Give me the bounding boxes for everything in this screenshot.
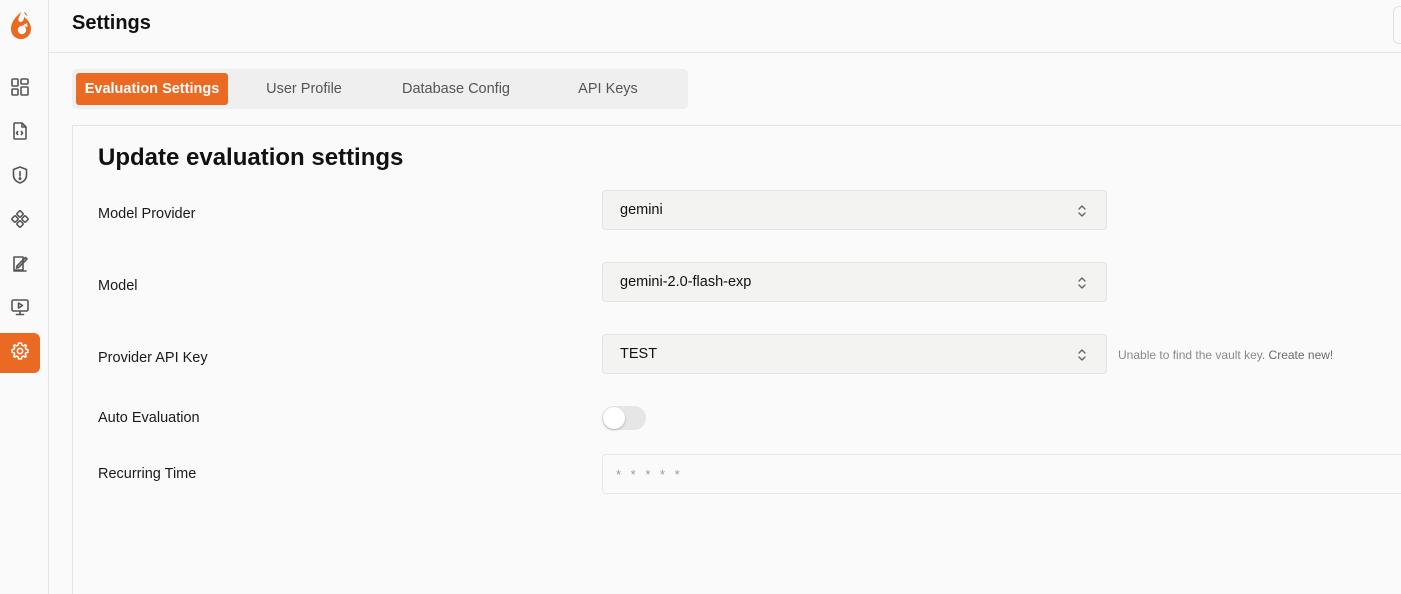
vault-key-hint: Unable to find the vault key. Create new…	[1118, 348, 1333, 362]
provider-api-key-select[interactable]: TEST	[602, 334, 1107, 374]
vault-key-hint-text: Unable to find the vault key.	[1118, 348, 1266, 362]
provider-api-key-label: Provider API Key	[98, 350, 208, 366]
tab-evaluation-settings[interactable]: Evaluation Settings	[76, 73, 228, 105]
shield-icon	[10, 165, 30, 190]
model-select[interactable]: gemini-2.0-flash-exp	[602, 262, 1107, 302]
nav-prompts[interactable]	[0, 113, 40, 153]
chevrons-up-down-icon	[1076, 275, 1088, 291]
chevrons-up-down-icon	[1076, 347, 1088, 363]
create-new-link[interactable]: Create new!	[1269, 348, 1334, 362]
model-label: Model	[98, 278, 138, 294]
top-header: Settings	[49, 0, 1401, 53]
chevrons-up-down-icon	[1076, 203, 1088, 219]
nav-integrations[interactable]	[0, 201, 40, 241]
model-provider-label: Model Provider	[98, 206, 196, 222]
tab-user-profile[interactable]: User Profile	[238, 73, 370, 105]
recurring-time-label: Recurring Time	[98, 466, 197, 482]
model-provider-select[interactable]: gemini	[602, 190, 1107, 230]
auto-evaluation-label: Auto Evaluation	[98, 410, 200, 426]
header-action-button[interactable]	[1393, 6, 1401, 44]
form-title: Update evaluation settings	[98, 144, 404, 171]
monitor-play-icon	[10, 297, 30, 322]
app-logo[interactable]	[8, 8, 34, 42]
model-value: gemini-2.0-flash-exp	[620, 274, 752, 290]
recurring-time-placeholder: * * * * *	[616, 467, 683, 482]
tab-api-keys[interactable]: API Keys	[546, 73, 670, 105]
toggle-knob	[603, 407, 625, 429]
file-code-icon	[10, 121, 30, 146]
page-title: Settings	[72, 12, 151, 34]
nav-evaluations[interactable]	[0, 245, 40, 285]
dashboard-icon	[10, 77, 30, 102]
nav-dashboard[interactable]	[0, 69, 40, 109]
sidebar	[0, 0, 49, 594]
integrations-icon	[10, 209, 30, 234]
settings-tabs: Evaluation Settings User Profile Databas…	[72, 69, 688, 109]
tab-database-config[interactable]: Database Config	[382, 73, 530, 105]
nav-guardrails[interactable]	[0, 157, 40, 197]
provider-api-key-value: TEST	[620, 346, 658, 362]
evaluations-icon	[10, 253, 30, 278]
nav-settings[interactable]	[0, 333, 40, 373]
app-root: Settings Evaluation Settings User Profil…	[0, 0, 1401, 594]
nav-playground[interactable]	[0, 289, 40, 329]
auto-evaluation-toggle[interactable]	[602, 406, 646, 430]
recurring-time-input[interactable]: * * * * *	[602, 454, 1401, 494]
gear-icon	[10, 341, 30, 366]
model-provider-value: gemini	[620, 202, 663, 218]
evaluation-settings-card: Update evaluation settings Model Provide…	[72, 125, 1401, 594]
